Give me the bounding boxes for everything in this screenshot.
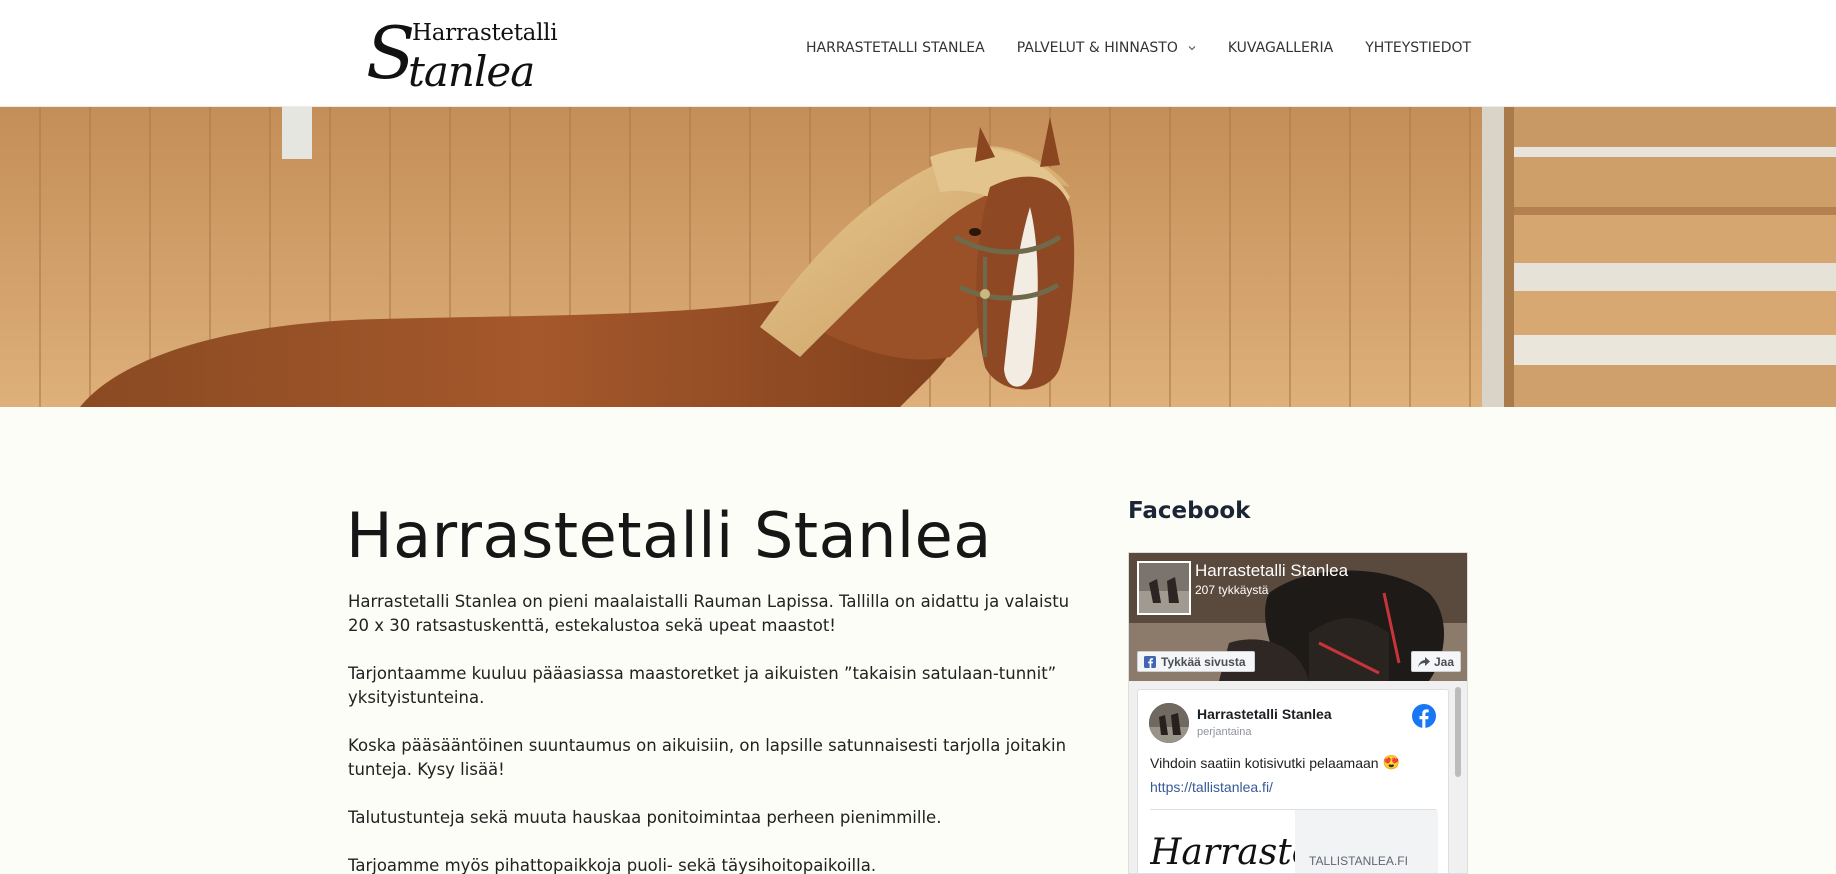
facebook-cover[interactable]: Harrastetalli Stanlea 207 tykkäystä Tykk… (1129, 553, 1467, 681)
nav-item-yhteystiedot[interactable]: YHTEYSTIEDOT (1365, 40, 1471, 56)
facebook-page-thumbnail[interactable] (1137, 561, 1191, 615)
facebook-f-icon (1144, 655, 1156, 668)
facebook-logo-icon[interactable] (1412, 704, 1436, 728)
nav-item-harrastetalli-stanlea[interactable]: HARRASTETALLI STANLEA (806, 40, 985, 56)
nav-item-palvelut-hinnasto[interactable]: PALVELUT & HINNASTO (1017, 40, 1196, 56)
facebook-likes-count: 207 tykkäystä (1195, 583, 1269, 597)
chevron-down-icon (1188, 46, 1196, 51)
facebook-page-widget: Harrastetalli Stanlea 207 tykkäystä Tykk… (1128, 552, 1468, 874)
post-text-content: Vihdoin saatiin kotisivutki pelaamaan (1150, 754, 1379, 771)
paragraph: Tarjoamme myös pihattopaikkoja puoli- se… (348, 856, 877, 874)
heart-eyes-emoji-icon: 😍 (1382, 754, 1400, 770)
link-preview[interactable]: Harrastet TALLISTANLEA.FI (1150, 810, 1438, 873)
post-timestamp[interactable]: perjantaina (1197, 726, 1251, 738)
nav-label: HARRASTETALLI STANLEA (806, 40, 985, 56)
paragraph: Tarjontaamme kuuluu pääasiassa maastoret… (348, 664, 1057, 707)
nav-item-kuvagalleria[interactable]: KUVAGALLERIA (1228, 40, 1333, 56)
paragraph: Harrastetalli Stanlea on pieni maalaista… (348, 592, 1070, 635)
page-title: Harrastetalli Stanlea (346, 499, 992, 572)
paragraph: Talutustunteja sekä muuta hauskaa ponito… (348, 808, 942, 827)
hero-image (0, 107, 1836, 407)
scrollbar[interactable] (1455, 687, 1461, 777)
share-button[interactable]: Jaa (1410, 651, 1461, 672)
logo-text-small: Harrastetalli (412, 20, 558, 46)
nav-label: PALVELUT & HINNASTO (1016, 40, 1178, 56)
post-text: Vihdoin saatiin kotisivutki pelaamaan 😍 (1150, 754, 1400, 771)
nav-label: KUVAGALLERIA (1227, 40, 1334, 56)
link-preview-domain: TALLISTANLEA.FI (1309, 854, 1408, 868)
main-nav: HARRASTETALLI STANLEA PALVELUT & HINNAST… (806, 40, 1471, 56)
intro-text: Harrastetalli Stanlea on pieni maalaista… (348, 590, 1088, 874)
paragraph: Koska pääsääntöinen suuntaumus on aikuis… (348, 736, 1067, 779)
link-preview-meta: TALLISTANLEA.FI (1295, 810, 1438, 873)
share-label: Jaa (1433, 654, 1454, 669)
avatar[interactable] (1149, 703, 1189, 743)
facebook-page-name[interactable]: Harrastetalli Stanlea (1195, 561, 1348, 581)
post-author[interactable]: Harrastetalli Stanlea (1197, 706, 1332, 722)
link-preview-image: Harrastet (1150, 810, 1295, 873)
like-page-label: Tykkää sivusta (1161, 654, 1246, 669)
link-preview-image-text: Harrastet (1150, 832, 1295, 873)
like-page-button[interactable]: Tykkää sivusta (1137, 651, 1255, 672)
sidebar-heading: Facebook (1128, 498, 1251, 524)
facebook-post: Harrastetalli Stanlea perjantaina Vihdoi… (1137, 689, 1449, 873)
site-logo[interactable]: Harrastetalli S tanlea (366, 10, 558, 96)
share-icon (1417, 656, 1430, 667)
nav-label: YHTEYSTIEDOT (1365, 40, 1472, 56)
horse-photo (0, 107, 1836, 407)
logo-text-big: tanlea (408, 47, 535, 96)
site-header: Harrastetalli S tanlea HARRASTETALLI STA… (0, 0, 1836, 107)
post-link[interactable]: https://tallistanlea.fi/ (1150, 779, 1273, 795)
